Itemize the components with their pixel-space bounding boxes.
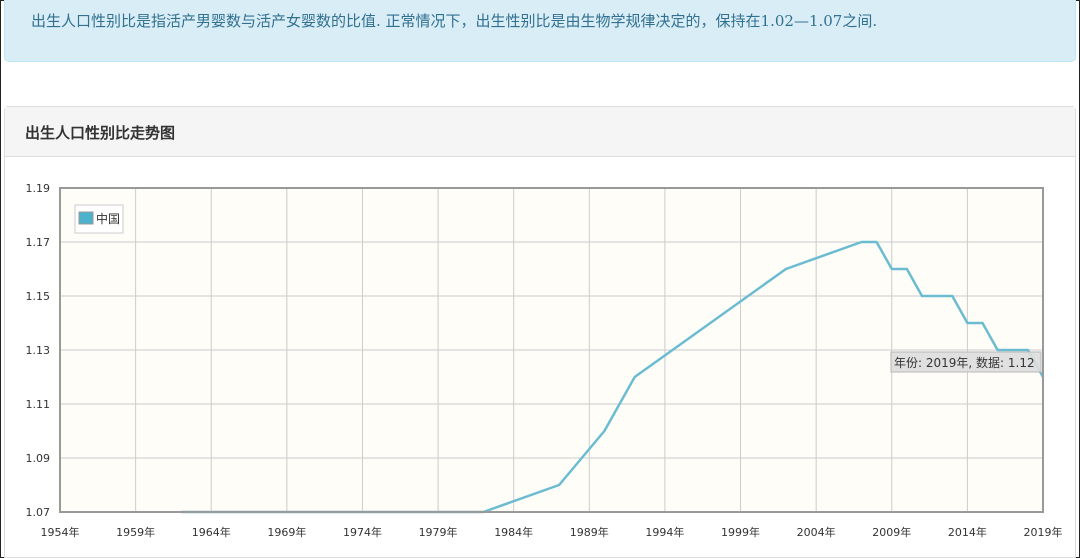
y-tick-label: 1.07 [26, 506, 51, 519]
tooltip: 年份: 2019年, 数据: 1.12 [890, 351, 1042, 373]
tooltip-text: 年份: 2019年, 数据: 1.12 [894, 355, 1035, 370]
x-tick-label: 2004年 [797, 525, 836, 539]
y-tick-label: 1.11 [26, 398, 51, 411]
legend-label-china: 中国 [96, 211, 120, 226]
x-tick-label: 1999年 [721, 525, 760, 539]
x-tick-label: 1979年 [419, 525, 458, 539]
x-tick-label: 1969年 [267, 525, 306, 539]
x-tick-label: 1959年 [116, 525, 155, 539]
x-tick-label: 1994年 [645, 525, 684, 539]
x-tick-label: 2019年 [1024, 525, 1063, 539]
x-tick-label: 1989年 [570, 525, 609, 539]
sex-ratio-chart: 1954年 1959年 1964年 1969年 1974年 1979年 1984年 1989年… [26, 182, 1063, 539]
x-tick-label: 2014年 [948, 525, 987, 539]
x-tick-label: 2009年 [872, 525, 911, 539]
y-tick-label: 1.19 [26, 182, 51, 195]
legend-swatch-china [78, 211, 94, 225]
x-tick-label: 1964年 [192, 525, 231, 539]
y-tick-label: 1.17 [26, 236, 51, 249]
y-tick-label: 1.15 [26, 290, 51, 303]
y-tick-label: 1.13 [26, 344, 51, 357]
x-tick-label: 1954年 [41, 525, 80, 539]
x-tick-label: 1974年 [343, 525, 382, 539]
y-tick-label: 1.09 [26, 452, 51, 465]
x-tick-label: 1984年 [494, 525, 533, 539]
legend: 中国 [74, 204, 124, 234]
